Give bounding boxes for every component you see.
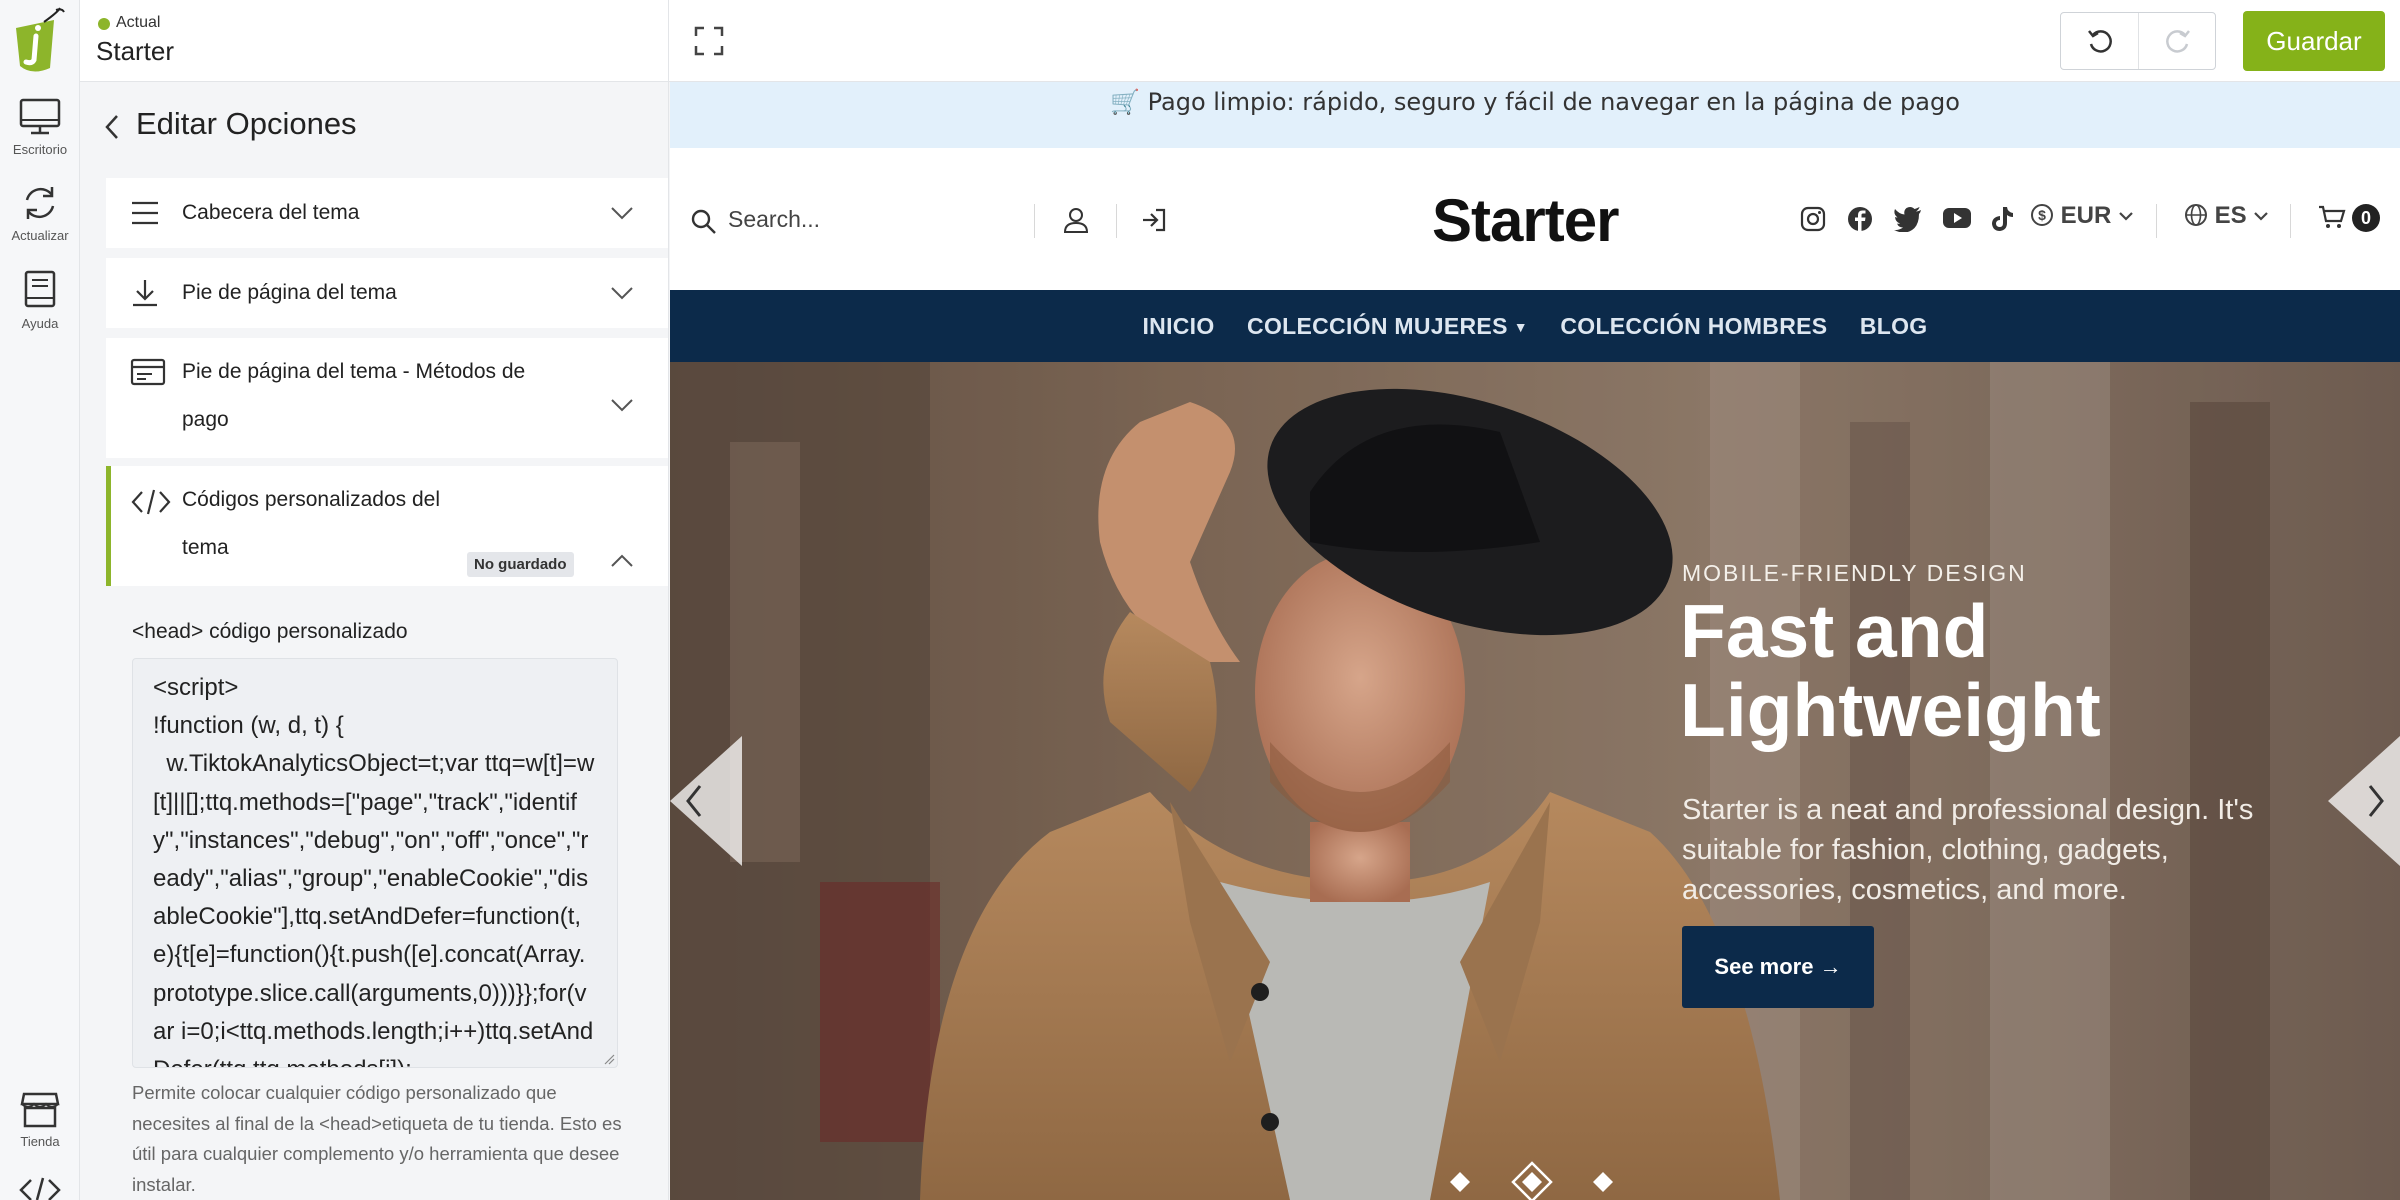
rail-help[interactable]: Ayuda	[0, 270, 80, 331]
facebook-icon[interactable]	[1847, 206, 1873, 232]
rail-help-label: Ayuda	[21, 316, 59, 331]
store-preview: 🛒 Pago limpio: rápido, seguro y fácil de…	[670, 82, 2400, 1200]
nav-women-collection[interactable]: COLECCIÓN MUJERES ▼	[1247, 290, 1528, 365]
divider	[1116, 204, 1117, 238]
nav-home[interactable]: INICIO	[1142, 290, 1214, 362]
store-logo[interactable]: Starter	[1432, 186, 1619, 255]
redo-icon[interactable]	[2163, 27, 2193, 57]
section-label: Pie de página del tema	[182, 281, 397, 304]
promo-text: 🛒 Pago limpio: rápido, seguro y fácil de…	[1110, 88, 1960, 116]
menu-lines-icon	[132, 201, 158, 225]
language-value: ES	[2214, 202, 2247, 229]
currency-selector[interactable]: $ EUR	[2030, 202, 2134, 230]
globe-icon	[2185, 204, 2207, 226]
next-slide-button[interactable]	[2328, 736, 2400, 866]
rail-code[interactable]	[0, 1176, 80, 1200]
refresh-icon	[25, 187, 55, 219]
unsaved-badge: No guardado	[467, 552, 574, 577]
search-icon[interactable]	[690, 208, 718, 236]
chevron-down-icon	[611, 207, 633, 220]
rail-update-label: Actualizar	[11, 228, 69, 243]
divider	[2290, 204, 2291, 238]
caret-down-icon: ▼	[1513, 319, 1528, 335]
user-icon[interactable]	[1062, 206, 1090, 234]
rail-store-label: Tienda	[20, 1134, 60, 1149]
history-controls	[2060, 12, 2216, 70]
rail-desktop-label: Escritorio	[12, 142, 68, 157]
app-logo[interactable]	[10, 6, 68, 74]
credit-card-icon	[130, 358, 166, 386]
see-more-button[interactable]: See more →	[1682, 926, 1874, 1008]
tiktok-icon[interactable]	[1990, 206, 2014, 232]
language-selector[interactable]: ES	[2184, 202, 2269, 230]
hero-image	[670, 362, 2400, 1200]
section-label: Códigos personalizados del tema	[182, 488, 440, 559]
head-code-label: <head> código personalizado	[132, 620, 408, 643]
hero-eyebrow: MOBILE-FRIENDLY DESIGN	[1682, 560, 2027, 586]
section-custom-code[interactable]: Códigos personalizados del tema No guard…	[106, 466, 668, 586]
cart-count-badge: 0	[2352, 204, 2380, 232]
undo-icon[interactable]	[2085, 27, 2115, 57]
main-nav: INICIO COLECCIÓN MUJERES ▼ COLECCIÓN HOMB…	[670, 290, 2400, 362]
chevron-up-icon	[611, 554, 633, 567]
dollar-circle-icon: $	[2031, 204, 2053, 226]
svg-text:$: $	[2038, 207, 2046, 223]
login-icon[interactable]	[1140, 206, 1168, 234]
youtube-icon[interactable]	[1942, 206, 1972, 230]
chevron-down-icon	[2254, 212, 2269, 221]
status-label: Actual	[116, 14, 161, 31]
currency-value: EUR	[2060, 202, 2112, 229]
book-icon	[24, 270, 56, 308]
editor-panel: Editar Opciones Cabecera del tema Pie de…	[80, 82, 669, 1200]
fullscreen-icon[interactable]	[692, 24, 726, 58]
promo-banner: 🛒 Pago limpio: rápido, seguro y fácil de…	[670, 82, 2400, 148]
chevron-down-icon	[2119, 212, 2133, 221]
resize-handle-icon[interactable]	[603, 1053, 615, 1065]
slide-dot-2-active[interactable]	[1510, 1160, 1554, 1200]
instagram-icon[interactable]	[1800, 206, 1826, 232]
panel-title: Editar Opciones	[136, 106, 357, 141]
status-dot	[98, 18, 110, 30]
top-bar: Actual Starter Guardar	[80, 0, 2400, 82]
twitter-icon[interactable]	[1894, 206, 1922, 232]
store-icon	[20, 1092, 60, 1128]
code-icon	[131, 489, 171, 515]
site-name: Starter	[96, 36, 175, 66]
rail-store[interactable]: Tienda	[0, 1090, 80, 1149]
cart-icon[interactable]	[2318, 204, 2346, 230]
download-icon	[133, 280, 157, 307]
section-label: Pie de página del tema - Métodos de pago	[182, 360, 526, 431]
search-input[interactable]: Search...	[728, 206, 820, 233]
head-code-textarea[interactable]: <script> !function (w, d, t) { w.TiktokA…	[132, 658, 618, 1068]
section-footer-settings[interactable]: Pie de página del tema	[106, 258, 668, 328]
divider	[2138, 13, 2139, 69]
divider	[2156, 204, 2157, 238]
code-icon	[19, 1177, 61, 1200]
section-header-settings[interactable]: Cabecera del tema	[106, 178, 668, 248]
nav-blog[interactable]: BLOG	[1860, 290, 1928, 362]
store-header: Search... Starter $ EUR ES 0	[670, 148, 2400, 290]
head-code-value: <script> !function (w, d, t) { w.TiktokA…	[153, 674, 595, 1067]
chevron-down-icon	[611, 287, 633, 300]
nav-men-collection[interactable]: COLECCIÓN HOMBRES	[1560, 290, 1827, 362]
hero-title: Fast and Lightweight	[1680, 589, 2101, 752]
head-code-help: Permite colocar cualquier código persona…	[132, 1082, 622, 1195]
slide-dot-3[interactable]	[1591, 1170, 1615, 1194]
desktop-icon	[19, 98, 61, 135]
nav-label: COLECCIÓN MUJERES	[1247, 313, 1508, 339]
chevron-down-icon	[611, 399, 633, 412]
save-button[interactable]: Guardar	[2243, 11, 2385, 71]
icon-rail: Escritorio Actualizar Ayuda Tienda	[0, 0, 80, 1200]
prev-slide-button[interactable]	[670, 736, 742, 866]
rail-update[interactable]: Actualizar	[0, 184, 80, 243]
section-payment-methods[interactable]: Pie de página del tema - Métodos de pago	[106, 338, 668, 458]
rail-desktop[interactable]: Escritorio	[0, 98, 80, 157]
divider	[1034, 204, 1035, 238]
hero-slider: MOBILE-FRIENDLY DESIGN Fast and Lightwei…	[670, 362, 2400, 1200]
divider	[668, 0, 669, 82]
chevron-left-icon	[105, 115, 118, 139]
hero-subtitle: Starter is a neat and professional desig…	[1682, 794, 2254, 906]
section-label: Cabecera del tema	[182, 201, 360, 224]
slide-dot-1[interactable]	[1448, 1170, 1472, 1194]
